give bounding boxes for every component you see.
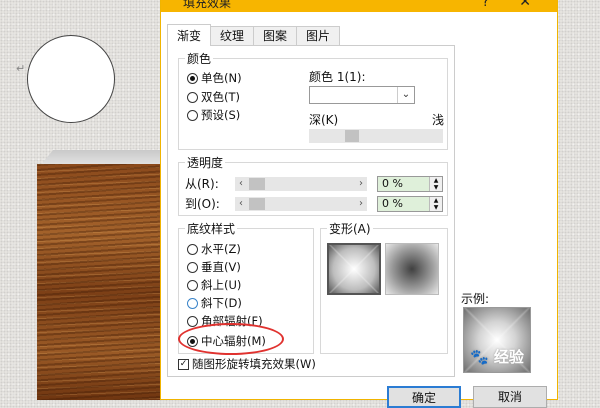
checkbox-check-icon[interactable]: ✓ xyxy=(178,358,189,370)
to-transparency-slider[interactable]: ‹ › xyxy=(235,197,367,211)
radio-preset-label: 预设(S) xyxy=(201,108,241,122)
from-transparency-value: 0 % xyxy=(382,177,403,190)
radio-two-colors-label: 双色(T) xyxy=(201,90,240,104)
dark-light-slider-thumb[interactable] xyxy=(345,130,359,142)
to-transparency-input[interactable]: 0 % ▲ ▼ xyxy=(377,196,443,212)
radio-horizontal[interactable]: 水平(Z) xyxy=(187,241,241,257)
shading-styles-group: 底纹样式 水平(Z) 垂直(V) 斜上(U) 斜下(D) 角部辐射(F) 中心辐… xyxy=(178,220,314,354)
radio-from-corner-indicator xyxy=(187,315,198,327)
sample-label: 示例: xyxy=(461,292,490,306)
radio-from-center[interactable]: 中心辐射(M) xyxy=(187,333,266,349)
ok-button[interactable]: 确定 xyxy=(387,386,461,408)
from-transparency-input[interactable]: 0 % ▲ ▼ xyxy=(377,176,443,192)
rotate-with-shape-label: 随图形旋转填充效果(W) xyxy=(192,357,316,371)
radio-diagonal-up-label: 斜上(U) xyxy=(201,278,242,292)
variants-group: 变形(A) xyxy=(320,220,448,354)
from-label: 从(R): xyxy=(185,177,219,191)
radio-one-color-indicator xyxy=(187,72,198,84)
radio-from-center-label: 中心辐射(M) xyxy=(201,334,266,348)
radio-from-corner-label: 角部辐射(F) xyxy=(201,314,263,328)
chevron-left-icon[interactable]: ‹ xyxy=(235,177,247,191)
chevron-left-icon[interactable]: ‹ xyxy=(235,197,247,211)
tab-texture[interactable]: 纹理 xyxy=(210,26,255,46)
tab-pattern[interactable]: 图案 xyxy=(253,26,298,46)
circle-shape[interactable] xyxy=(27,35,115,123)
dark-label: 深(K) xyxy=(309,113,339,127)
paragraph-mark: ↵ xyxy=(16,62,26,75)
radio-diagonal-down[interactable]: 斜下(D) xyxy=(187,295,242,311)
spinner-arrows-icon[interactable]: ▲ ▼ xyxy=(429,177,442,191)
watermark: 🐾 经验 xyxy=(470,348,524,366)
radio-horizontal-label: 水平(Z) xyxy=(201,242,241,256)
radio-diagonal-down-label: 斜下(D) xyxy=(201,296,242,310)
radio-two-colors-indicator xyxy=(187,91,198,103)
color1-dropdown[interactable]: ⌄ xyxy=(309,86,415,104)
variants-group-label: 变形(A) xyxy=(327,220,373,237)
radio-diagonal-up[interactable]: 斜上(U) xyxy=(187,277,241,293)
to-label: 到(O): xyxy=(185,197,220,211)
dialog-title: 填充效果 xyxy=(183,0,232,10)
radio-one-color-label: 单色(N) xyxy=(201,71,242,85)
radio-preset-indicator xyxy=(187,109,198,121)
tab-gradient[interactable]: 渐变 xyxy=(167,24,212,46)
dark-light-slider[interactable] xyxy=(309,129,443,143)
chevron-right-icon[interactable]: › xyxy=(355,197,367,211)
help-icon[interactable]: ? xyxy=(482,0,489,10)
colors-group: 颜色 单色(N) 双色(T) 预设(S) 颜色 1(1): ⌄ 深(K) 浅 xyxy=(178,50,448,150)
variant-swatch-1[interactable] xyxy=(327,243,381,295)
transparency-group: 透明度 从(R): ‹ › 0 % ▲ ▼ 到(O): ‹ › 0 % ▲ ▼ xyxy=(178,154,448,216)
radio-two-colors[interactable]: 双色(T) xyxy=(187,89,240,105)
gradient-panel: 颜色 单色(N) 双色(T) 预设(S) 颜色 1(1): ⌄ 深(K) 浅 透… xyxy=(167,45,455,377)
light-label: 浅 xyxy=(432,113,445,127)
transparency-group-label: 透明度 xyxy=(185,154,226,171)
variant-swatch-2[interactable] xyxy=(385,243,439,295)
cancel-button[interactable]: 取消 xyxy=(473,386,547,408)
spinner-arrows-icon[interactable]: ▲ ▼ xyxy=(429,197,442,211)
to-transparency-value: 0 % xyxy=(382,197,403,210)
shading-styles-group-label: 底纹样式 xyxy=(185,220,238,237)
close-icon[interactable]: ✕ xyxy=(519,0,531,10)
radio-vertical-indicator xyxy=(187,261,198,273)
fill-effects-dialog: 填充效果 ? ✕ 渐变 纹理 图案 图片 颜色 单色(N) 双色(T) 预设(S… xyxy=(160,0,558,408)
radio-from-center-indicator xyxy=(187,335,198,347)
color1-label: 颜色 1(1): xyxy=(309,70,366,84)
from-transparency-slider[interactable]: ‹ › xyxy=(235,177,367,191)
radio-vertical-label: 垂直(V) xyxy=(201,260,241,274)
radio-vertical[interactable]: 垂直(V) xyxy=(187,259,241,275)
radio-horizontal-indicator xyxy=(187,243,198,255)
dialog-titlebar[interactable]: 填充效果 ? ✕ xyxy=(161,0,557,12)
tab-picture[interactable]: 图片 xyxy=(296,26,341,46)
rotate-with-shape-checkbox[interactable]: ✓ 随图形旋转填充效果(W) xyxy=(178,356,316,372)
chevron-right-icon[interactable]: › xyxy=(355,177,367,191)
radio-preset[interactable]: 预设(S) xyxy=(187,107,240,123)
from-slider-thumb[interactable] xyxy=(249,178,265,190)
wood-texture-shape[interactable] xyxy=(37,164,167,400)
radio-diagonal-up-indicator xyxy=(187,279,198,291)
tab-bar: 渐变 纹理 图案 图片 xyxy=(167,24,341,46)
radio-diagonal-down-indicator xyxy=(187,297,198,309)
radio-from-corner[interactable]: 角部辐射(F) xyxy=(187,313,263,329)
to-slider-thumb[interactable] xyxy=(249,198,265,210)
chevron-down-icon[interactable]: ⌄ xyxy=(397,87,414,103)
radio-one-color[interactable]: 单色(N) xyxy=(187,70,242,86)
colors-group-label: 颜色 xyxy=(185,50,214,67)
